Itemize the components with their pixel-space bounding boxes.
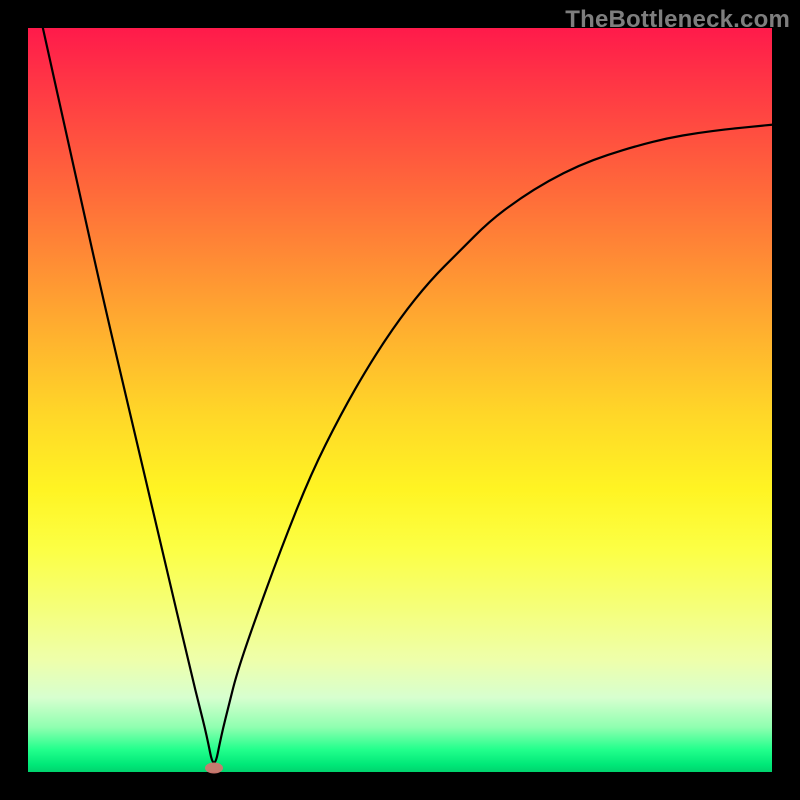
bottleneck-curve [28, 28, 772, 772]
minimum-marker-dot [205, 763, 223, 774]
chart-frame: TheBottleneck.com [0, 0, 800, 800]
watermark-text: TheBottleneck.com [565, 6, 790, 34]
plot-area [28, 28, 772, 772]
